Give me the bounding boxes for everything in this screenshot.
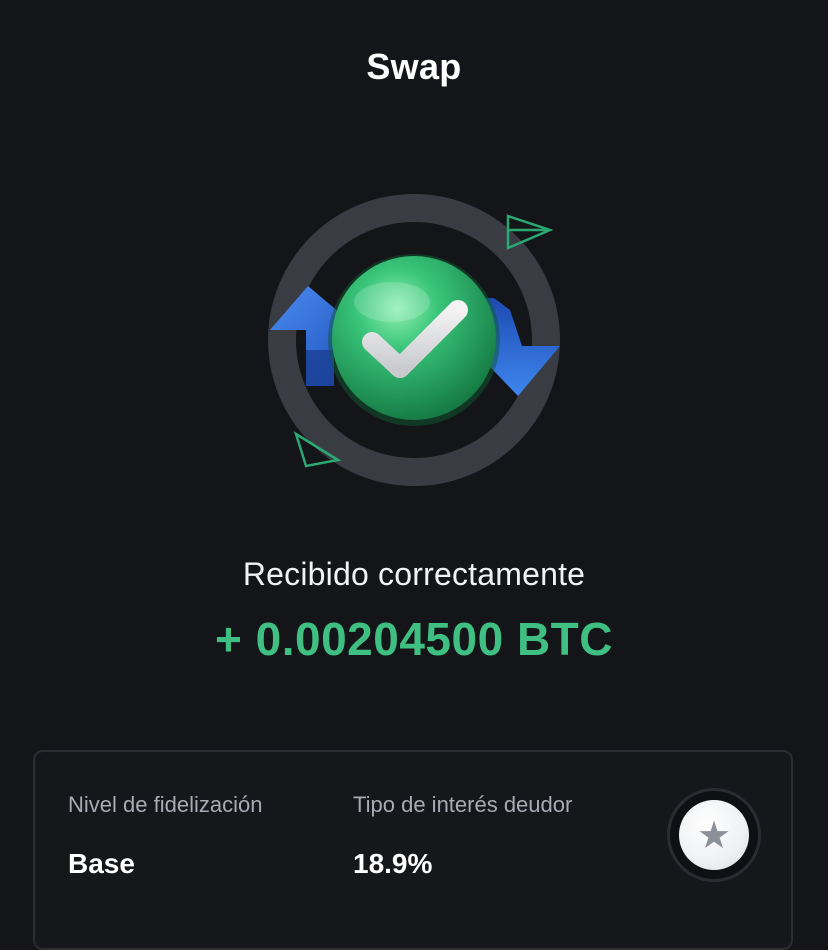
loyalty-level: Nivel de fidelización Base: [68, 792, 262, 880]
interest-rate-label: Tipo de interés deudor: [353, 792, 573, 817]
page-title: Swap: [366, 46, 462, 87]
loyalty-level-label: Nivel de fidelización: [68, 792, 263, 817]
loyalty-info-card: Nivel de fidelización Base Tipo de inter…: [33, 750, 793, 950]
header: Swap: [0, 46, 828, 88]
loyalty-level-value: Base: [68, 848, 135, 879]
received-amount: + 0.00204500 BTC: [215, 613, 613, 665]
tier-badge[interactable]: ★: [667, 788, 761, 882]
swap-success-icon: [262, 190, 566, 494]
interest-rate-value: 18.9%: [353, 848, 433, 879]
interest-rate: Tipo de interés deudor 18.9%: [353, 792, 572, 880]
star-icon: ★: [696, 813, 732, 857]
status-message: Recibido correctamente: [242, 556, 586, 592]
